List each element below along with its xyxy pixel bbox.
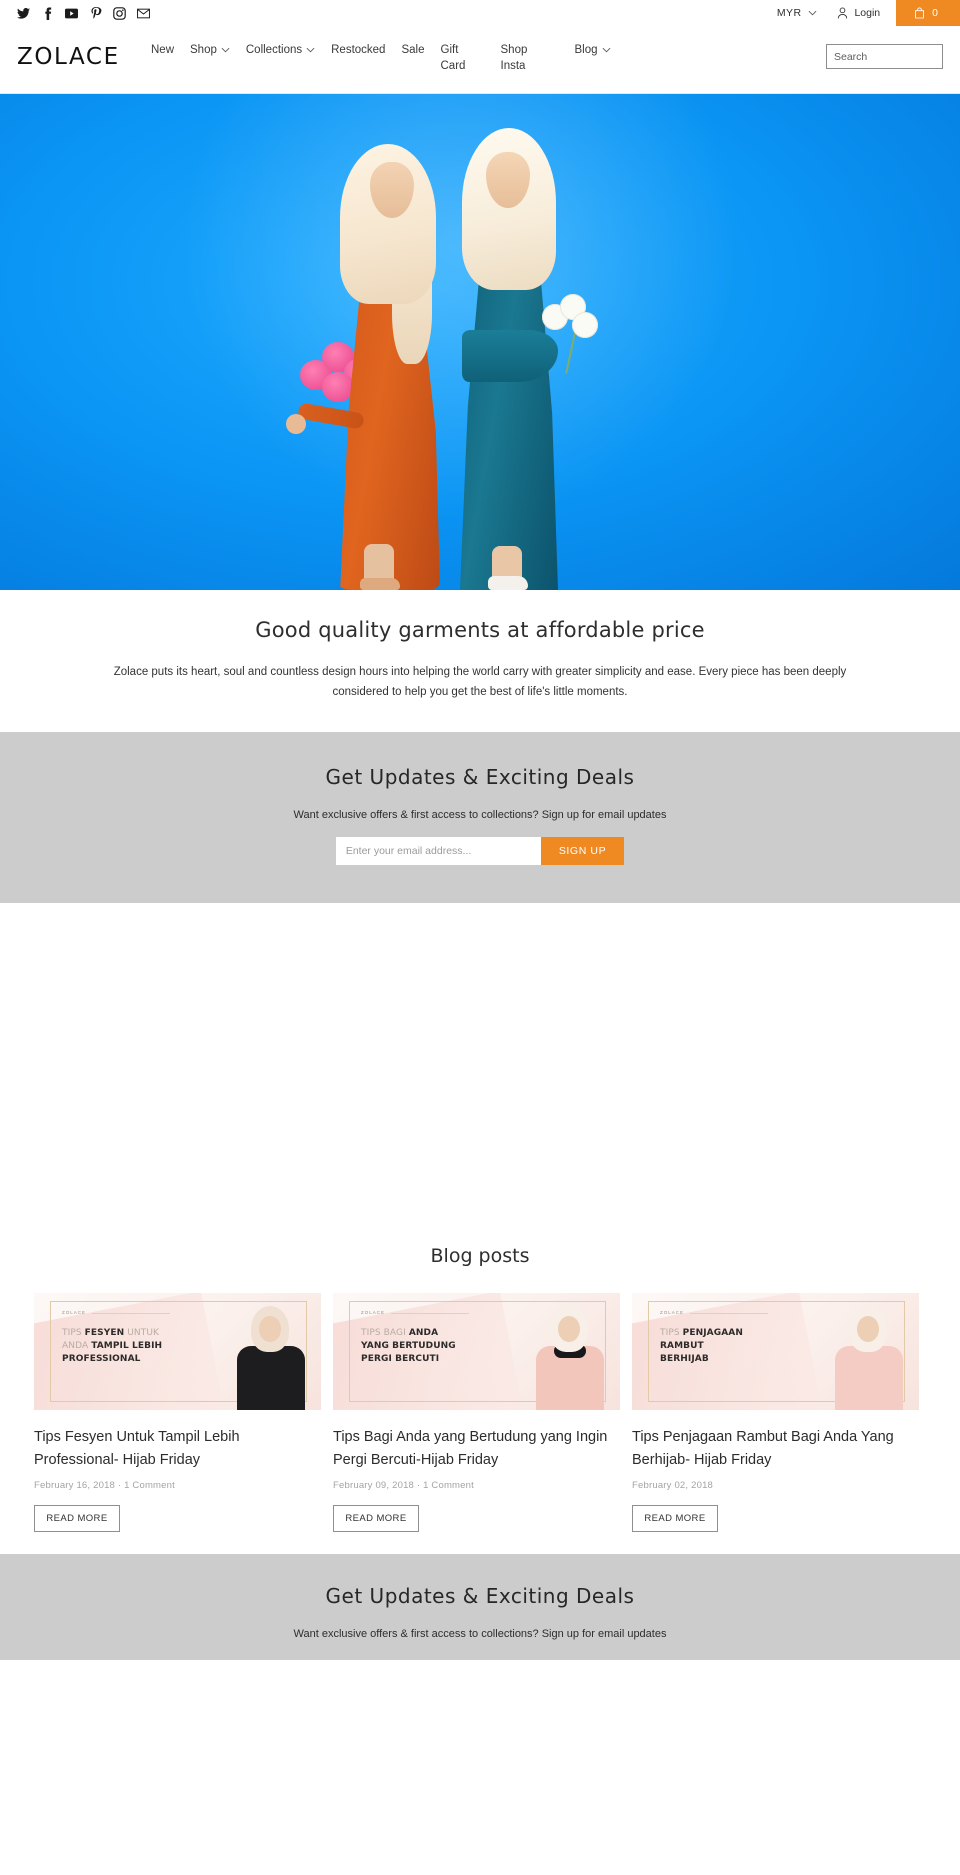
read-more-button[interactable]: READ MORE <box>632 1505 718 1532</box>
nav-label: Blog <box>574 44 598 56</box>
nav-item-new[interactable]: New <box>143 38 182 62</box>
blog-post-title[interactable]: Tips Bagi Anda yang Bertudung yang Ingin… <box>333 1426 620 1472</box>
main-navigation: New Shop Collections Restocked Sale Gift… <box>143 38 619 78</box>
newsletter-email-input[interactable] <box>335 837 541 865</box>
hero-model-orange <box>286 140 450 590</box>
nav-label: Collections <box>245 44 303 56</box>
search-box[interactable] <box>826 44 960 69</box>
read-more-button[interactable]: READ MORE <box>333 1505 419 1532</box>
facebook-icon[interactable] <box>41 7 54 20</box>
site-header: ZOLACE New Shop Collections Restocked Sa… <box>0 26 960 94</box>
blog-post-card[interactable]: ZOLACE TIPS PENJAGAAN RAMBUT BERHIJAB Ti… <box>632 1293 919 1532</box>
newsletter-heading: Get Updates & Exciting Deals <box>325 765 635 789</box>
white-flowers-decor <box>540 294 604 374</box>
blog-post-thumbnail[interactable]: ZOLACE TIPS PENJAGAAN RAMBUT BERHIJAB <box>632 1293 919 1410</box>
blog-post-thumbnail[interactable]: ZOLACE TIPS FESYEN UNTUK ANDA TAMPIL LEB… <box>34 1293 321 1410</box>
social-links <box>0 0 150 26</box>
twitter-icon[interactable] <box>17 7 30 20</box>
empty-content-spacer <box>0 903 960 1223</box>
blog-post-card[interactable]: ZOLACE TIPS BAGI ANDA YANG BERTUDUNG PER… <box>333 1293 620 1532</box>
youtube-icon[interactable] <box>65 7 78 20</box>
tagline-body: Zolace puts its heart, soul and countles… <box>113 666 847 698</box>
thumbnail-brand: ZOLACE <box>660 1310 685 1315</box>
cart-count: 0 <box>932 7 938 19</box>
top-utility-bar: MYR Login 0 <box>0 0 960 26</box>
blog-post-thumbnail[interactable]: ZOLACE TIPS BAGI ANDA YANG BERTUDUNG PER… <box>333 1293 620 1410</box>
login-label: Login <box>854 7 881 19</box>
thumbnail-brand: ZOLACE <box>62 1310 87 1315</box>
nav-item-restocked[interactable]: Restocked <box>323 38 393 62</box>
newsletter-form: SIGN UP <box>0 837 960 865</box>
tagline-section: Good quality garments at affordable pric… <box>0 590 960 732</box>
nav-label: Sale <box>401 44 425 56</box>
blog-post-title[interactable]: Tips Penjagaan Rambut Bagi Anda Yang Ber… <box>632 1426 919 1472</box>
user-icon <box>838 7 848 19</box>
chevron-down-icon <box>809 10 817 16</box>
footer-newsletter-section: Get Updates & Exciting Deals Want exclus… <box>0 1554 960 1660</box>
email-icon[interactable] <box>137 7 150 20</box>
hero-banner[interactable] <box>0 94 960 590</box>
currency-selector[interactable]: MYR <box>763 0 832 26</box>
nav-item-gift-card[interactable]: Gift Card <box>433 38 475 78</box>
chevron-down-icon <box>306 47 315 53</box>
blog-post-card[interactable]: ZOLACE TIPS FESYEN UNTUK ANDA TAMPIL LEB… <box>34 1293 321 1532</box>
newsletter-section: Get Updates & Exciting Deals Want exclus… <box>0 732 960 903</box>
nav-item-blog[interactable]: Blog <box>567 38 619 62</box>
nav-label: Restocked <box>331 44 386 56</box>
chevron-down-icon <box>221 47 230 53</box>
login-button[interactable]: Login <box>831 0 896 26</box>
read-more-button[interactable]: READ MORE <box>34 1505 120 1532</box>
footer-newsletter-subtext: Want exclusive offers & first access to … <box>293 1628 667 1640</box>
blog-post-list: ZOLACE TIPS FESYEN UNTUK ANDA TAMPIL LEB… <box>0 1293 960 1532</box>
blog-post-meta: February 09, 2018 · 1 Comment <box>333 1480 474 1491</box>
blog-section: Blog posts ZOLACE TIPS FESYEN UNTUK ANDA… <box>0 1223 960 1554</box>
nav-item-shop-insta[interactable]: Shop Insta <box>493 38 541 78</box>
newsletter-subtext: Want exclusive offers & first access to … <box>293 809 667 821</box>
blog-heading: Blog posts <box>430 1245 530 1267</box>
top-right-controls: MYR Login 0 <box>763 0 960 26</box>
chevron-down-icon <box>602 47 610 53</box>
nav-item-shop[interactable]: Shop <box>182 38 238 62</box>
currency-label: MYR <box>776 7 802 19</box>
blog-post-title[interactable]: Tips Fesyen Untuk Tampil Lebih Professio… <box>34 1426 321 1472</box>
cart-icon <box>915 7 925 19</box>
site-logo[interactable]: ZOLACE <box>17 44 120 70</box>
blog-post-meta: February 16, 2018 · 1 Comment <box>34 1480 175 1491</box>
pinterest-icon[interactable] <box>89 6 102 20</box>
newsletter-signup-button[interactable]: SIGN UP <box>540 837 625 865</box>
instagram-icon[interactable] <box>113 6 126 20</box>
cart-button[interactable]: 0 <box>896 0 960 26</box>
nav-item-collections[interactable]: Collections <box>238 38 323 62</box>
blog-post-meta: February 02, 2018 <box>632 1480 714 1491</box>
thumbnail-text: TIPS FESYEN UNTUK ANDA TAMPIL LEBIH PROF… <box>62 1328 163 1364</box>
thumbnail-brand: ZOLACE <box>361 1310 386 1315</box>
search-input[interactable] <box>834 50 960 63</box>
footer-newsletter-heading: Get Updates & Exciting Deals <box>325 1584 635 1608</box>
nav-label: New <box>151 44 175 56</box>
thumbnail-text: TIPS PENJAGAAN RAMBUT BERHIJAB <box>660 1328 743 1364</box>
tagline-heading: Good quality garments at affordable pric… <box>255 618 705 642</box>
nav-item-sale[interactable]: Sale <box>393 38 432 62</box>
thumbnail-text: TIPS BAGI ANDA YANG BERTUDUNG PERGI BERC… <box>361 1328 456 1364</box>
nav-label: Shop <box>190 44 217 56</box>
